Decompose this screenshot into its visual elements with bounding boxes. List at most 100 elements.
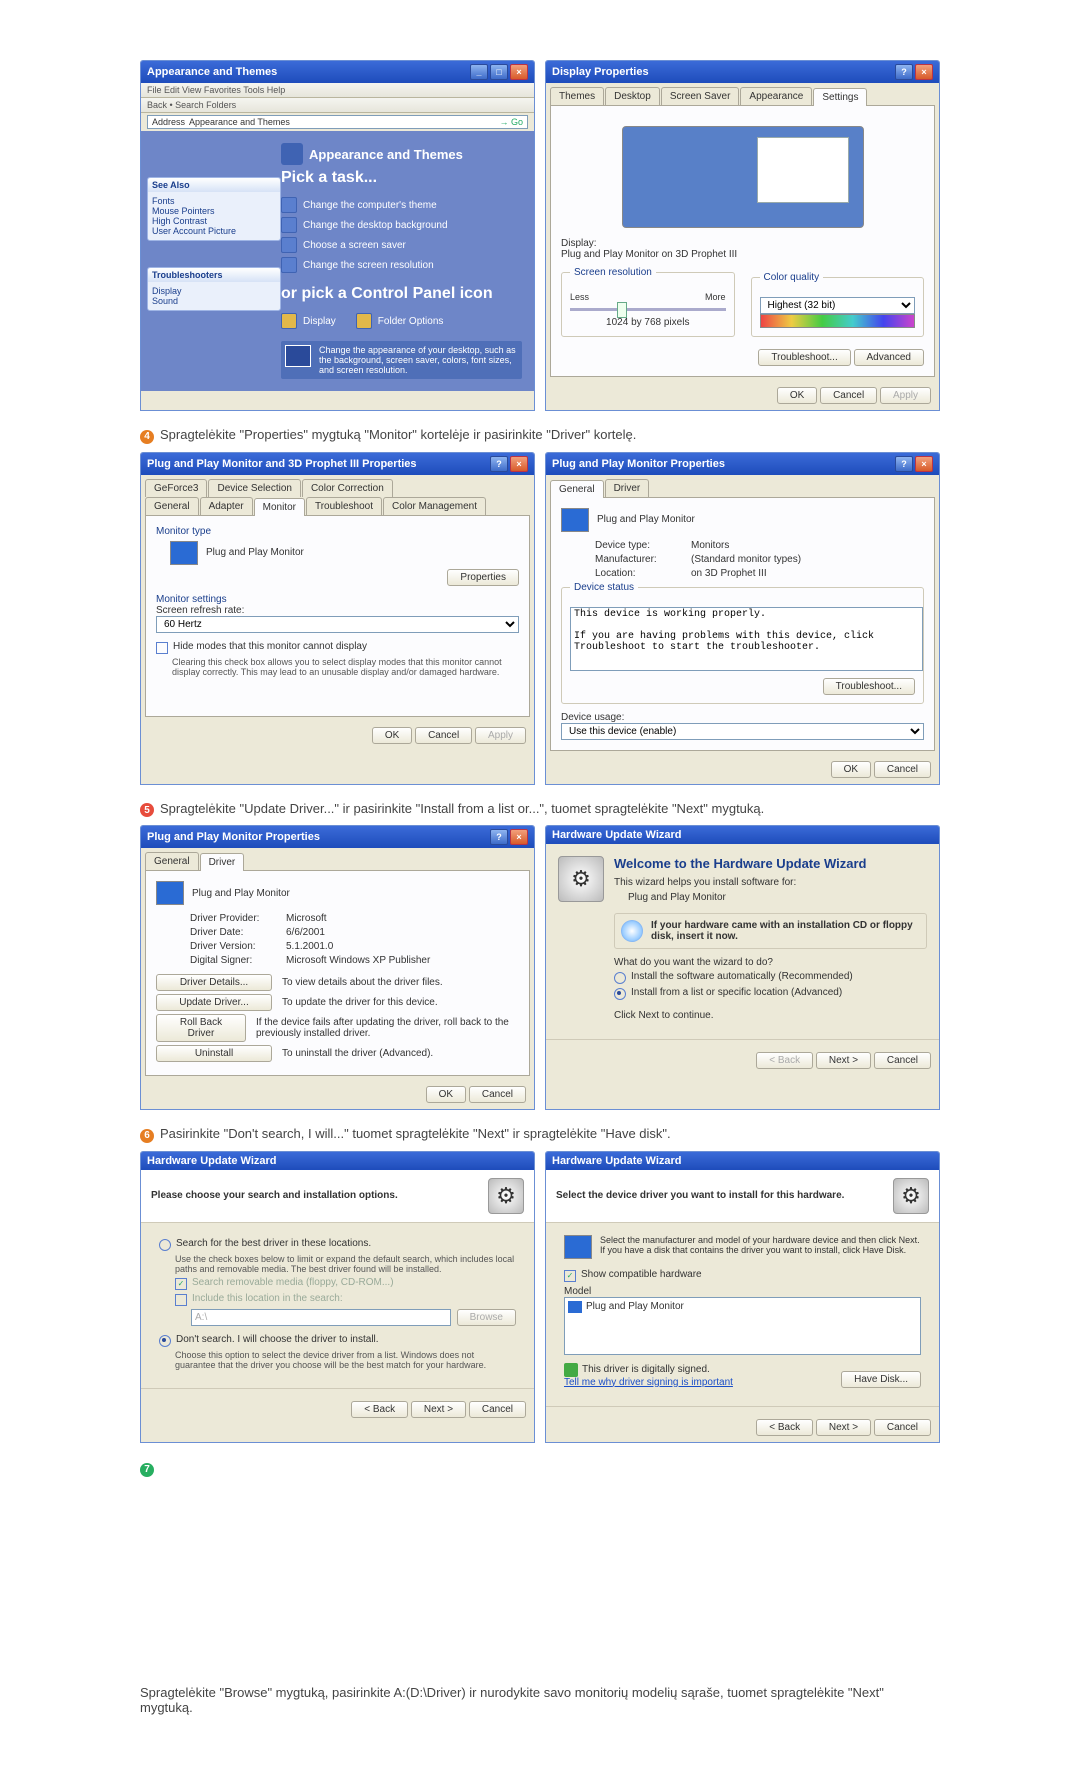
tab-driver[interactable]: Driver xyxy=(200,853,245,871)
cancel-button[interactable]: Cancel xyxy=(874,1052,931,1069)
why-signing-link[interactable]: Tell me why driver signing is important xyxy=(564,1377,733,1388)
apply-button[interactable]: Apply xyxy=(475,727,526,744)
cancel-button[interactable]: Cancel xyxy=(874,1419,931,1436)
wizard-heading: Welcome to the Hardware Update Wizard xyxy=(614,856,927,871)
close-icon[interactable]: × xyxy=(915,64,933,80)
cancel-button[interactable]: Cancel xyxy=(469,1401,526,1418)
next-button[interactable]: Next > xyxy=(816,1052,871,1069)
tab-geforce3[interactable]: GeForce3 xyxy=(145,479,207,497)
browse-button[interactable]: Browse xyxy=(457,1309,516,1326)
cancel-button[interactable]: Cancel xyxy=(820,387,877,404)
tab-driver[interactable]: Driver xyxy=(605,479,650,497)
step4-badge: 4 xyxy=(140,430,154,444)
toolbar[interactable]: Back • Search Folders xyxy=(141,98,534,113)
address-bar[interactable]: Address Appearance and Themes → Go xyxy=(147,115,528,129)
help-icon[interactable]: ? xyxy=(895,64,913,80)
cancel-button[interactable]: Cancel xyxy=(874,761,931,778)
task-link[interactable]: Change the desktop background xyxy=(281,215,522,235)
side-link[interactable]: High Contrast xyxy=(152,216,276,226)
radio-list[interactable] xyxy=(614,988,626,1000)
tab-monitor[interactable]: Monitor xyxy=(254,498,305,516)
help-icon[interactable]: ? xyxy=(895,456,913,472)
apply-button[interactable]: Apply xyxy=(880,387,931,404)
tab-screensaver[interactable]: Screen Saver xyxy=(661,87,740,105)
tab-general[interactable]: General xyxy=(550,480,604,498)
display-icon xyxy=(281,313,297,329)
tab-appearance[interactable]: Appearance xyxy=(740,87,812,105)
model-list[interactable]: Plug and Play Monitor xyxy=(564,1297,921,1355)
resolution-slider[interactable] xyxy=(570,308,726,311)
back-button[interactable]: < Back xyxy=(756,1052,813,1069)
monitor-icon xyxy=(568,1301,582,1313)
task-icon xyxy=(281,197,297,213)
uninstall-button[interactable]: Uninstall xyxy=(156,1045,272,1062)
appearance-themes-window: Appearance and Themes _ □ × File Edit Vi… xyxy=(140,60,535,411)
troubleshoot-button[interactable]: Troubleshoot... xyxy=(823,678,915,695)
close-icon[interactable]: × xyxy=(510,829,528,845)
update-driver-button[interactable]: Update Driver... xyxy=(156,994,272,1011)
troubleshoot-button[interactable]: Troubleshoot... xyxy=(758,349,850,366)
refresh-rate-select[interactable]: 60 Hertz xyxy=(156,616,519,633)
task-link[interactable]: Choose a screen saver xyxy=(281,235,522,255)
radio-dont-search[interactable] xyxy=(159,1335,171,1347)
device-usage-select[interactable]: Use this device (enable) xyxy=(561,723,924,740)
tab-general[interactable]: General xyxy=(145,852,199,870)
back-button[interactable]: < Back xyxy=(351,1401,408,1418)
radio-auto[interactable] xyxy=(614,972,626,984)
close-icon[interactable]: × xyxy=(510,64,528,80)
tab-themes[interactable]: Themes xyxy=(550,87,604,105)
close-icon[interactable]: × xyxy=(510,456,528,472)
path-input[interactable] xyxy=(191,1309,451,1326)
cancel-button[interactable]: Cancel xyxy=(415,727,472,744)
device-icon xyxy=(564,1235,592,1259)
help-icon[interactable]: ? xyxy=(490,829,508,845)
tab-settings[interactable]: Settings xyxy=(813,88,867,106)
task-link[interactable]: Change the screen resolution xyxy=(281,255,522,275)
maximize-icon[interactable]: □ xyxy=(490,64,508,80)
cancel-button[interactable]: Cancel xyxy=(469,1086,526,1103)
tab-desktop[interactable]: Desktop xyxy=(605,87,660,105)
cpl-icon-display[interactable]: Display xyxy=(281,311,336,331)
category-icon xyxy=(281,143,303,165)
tab-color-correction[interactable]: Color Correction xyxy=(302,479,393,497)
driver-details-button[interactable]: Driver Details... xyxy=(156,974,272,991)
color-quality-select[interactable]: Highest (32 bit) xyxy=(760,297,916,314)
ok-button[interactable]: OK xyxy=(372,727,412,744)
tab-general[interactable]: General xyxy=(145,497,199,515)
hide-modes-checkbox[interactable] xyxy=(156,642,168,654)
radio-search[interactable] xyxy=(159,1239,171,1251)
side-link[interactable]: User Account Picture xyxy=(152,226,276,236)
next-button[interactable]: Next > xyxy=(816,1419,871,1436)
side-link[interactable]: Mouse Pointers xyxy=(152,206,276,216)
ok-button[interactable]: OK xyxy=(426,1086,466,1103)
side-link[interactable]: Fonts xyxy=(152,196,276,206)
tab-color-management[interactable]: Color Management xyxy=(383,497,486,515)
advanced-button[interactable]: Advanced xyxy=(854,349,924,366)
display-properties-window: Display Properties ? × Themes Desktop Sc… xyxy=(545,60,940,411)
task-link[interactable]: Change the computer's theme xyxy=(281,195,522,215)
chk-removable[interactable]: ✓ xyxy=(175,1278,187,1290)
refresh-rate-label: Screen refresh rate: xyxy=(156,605,519,616)
help-icon[interactable]: ? xyxy=(490,456,508,472)
roll-back-button[interactable]: Roll Back Driver xyxy=(156,1014,246,1042)
task-icon xyxy=(281,257,297,273)
chk-compatible[interactable]: ✓ xyxy=(564,1270,576,1282)
have-disk-button[interactable]: Have Disk... xyxy=(841,1371,921,1388)
properties-button[interactable]: Properties xyxy=(447,569,519,586)
side-link[interactable]: Sound xyxy=(152,296,276,306)
tab-adapter[interactable]: Adapter xyxy=(200,497,253,515)
menu-bar[interactable]: File Edit View Favorites Tools Help xyxy=(141,83,534,98)
window-title: Appearance and Themes xyxy=(147,66,277,78)
ok-button[interactable]: OK xyxy=(831,761,871,778)
cpl-icon-folder-options[interactable]: Folder Options xyxy=(356,311,444,331)
monitor-icon xyxy=(156,881,184,905)
minimize-icon[interactable]: _ xyxy=(470,64,488,80)
tab-device-selection[interactable]: Device Selection xyxy=(208,479,300,497)
back-button[interactable]: < Back xyxy=(756,1419,813,1436)
chk-location[interactable] xyxy=(175,1294,187,1306)
ok-button[interactable]: OK xyxy=(777,387,817,404)
side-link[interactable]: Display xyxy=(152,286,276,296)
tab-troubleshoot[interactable]: Troubleshoot xyxy=(306,497,382,515)
close-icon[interactable]: × xyxy=(915,456,933,472)
next-button[interactable]: Next > xyxy=(411,1401,466,1418)
